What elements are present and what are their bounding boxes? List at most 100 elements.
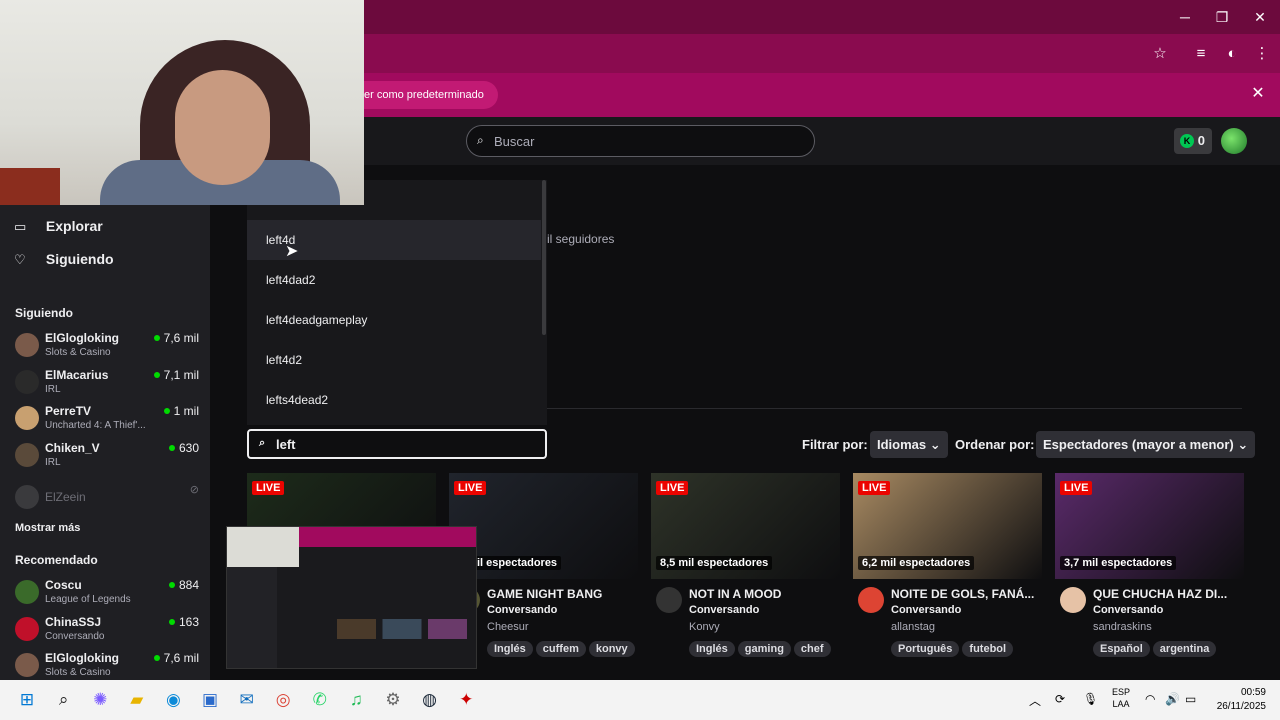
stream-thumbnail[interactable]: LIVE 3,7 mil espectadores xyxy=(1055,473,1244,579)
sidebar-channel[interactable]: PerreTV Uncharted 4: A Thief'... 1 mil xyxy=(15,404,205,436)
copilot-icon[interactable]: ✺ xyxy=(88,688,112,712)
search-icon[interactable]: ⌕ xyxy=(52,688,76,712)
app-icon[interactable]: ✦ xyxy=(454,688,478,712)
tag-chip[interactable]: chef xyxy=(793,641,831,657)
tag-chip[interactable]: konvy xyxy=(588,641,635,657)
autocomplete-item[interactable]: lefts4dead2 xyxy=(247,380,541,420)
restore-icon[interactable]: ❐ xyxy=(1207,6,1237,28)
autocomplete-item[interactable]: left4d2 xyxy=(247,340,541,380)
avatar[interactable] xyxy=(858,587,884,613)
battery-icon[interactable]: ▭ xyxy=(1185,692,1196,706)
tray-chevron-icon[interactable]: ︿ xyxy=(1029,692,1041,709)
channel-game: Conversando xyxy=(45,630,105,642)
channel-filter-input[interactable]: ⌕ left xyxy=(247,429,547,459)
stream-category[interactable]: Conversando xyxy=(891,604,961,616)
channel-name: Chiken_V xyxy=(45,441,100,456)
menu-icon[interactable]: ⋮ xyxy=(1251,43,1273,65)
dropdown-scrollbar[interactable] xyxy=(542,180,546,335)
sidebar-channel[interactable]: ElGlogloking Slots & Casino 7,6 mil xyxy=(15,651,205,683)
system-clock[interactable]: 00:59 26/11/2025 xyxy=(1210,686,1266,714)
sidebar-channel[interactable]: ElGlogloking Slots & Casino 7,6 mil xyxy=(15,331,205,363)
avatar[interactable] xyxy=(1060,587,1086,613)
sidebar-channel[interactable]: Chiken_V IRL 630 xyxy=(15,441,205,473)
tag-chip[interactable]: argentina xyxy=(1152,641,1217,657)
viewer-count: 6,2 mil espectadores xyxy=(858,556,975,570)
divider xyxy=(547,408,1242,409)
avatar[interactable] xyxy=(656,587,682,613)
language-indicator[interactable]: ESP LAA xyxy=(1110,686,1132,710)
close-icon[interactable]: ✕ xyxy=(1245,6,1275,28)
stream-thumbnail[interactable]: LIVE 6,2 mil espectadores xyxy=(853,473,1042,579)
channel-name[interactable]: sandraskins xyxy=(1093,621,1152,633)
sidebar-channel-offline[interactable]: ElZeein ⊘ xyxy=(15,483,205,515)
wifi-icon[interactable]: ◠ xyxy=(1145,692,1155,706)
volume-icon[interactable]: 🔊 xyxy=(1165,692,1180,706)
sort-dropdown[interactable]: Espectadores (mayor a menor) ⌄ xyxy=(1036,431,1256,458)
avatar xyxy=(15,369,39,394)
spotify-icon[interactable]: ♫ xyxy=(344,688,368,712)
store-icon[interactable]: ▣ xyxy=(198,688,222,712)
mouse-cursor-icon: ➤ xyxy=(285,243,299,260)
tag-chip[interactable]: Inglés xyxy=(487,641,533,657)
channel-game: Slots & Casino xyxy=(45,347,111,358)
infobar-close-icon[interactable]: ✕ xyxy=(1248,84,1268,104)
tag-chip[interactable]: cuffem xyxy=(535,641,586,657)
sidebar-channel[interactable]: ChinaSSJ Conversando 163 xyxy=(15,615,205,647)
avatar[interactable] xyxy=(1221,128,1247,154)
stream-card[interactable]: LIVE 3,7 mil espectadores QUE CHUCHA HAZ D… xyxy=(1055,473,1244,663)
autocomplete-item[interactable]: left4dad2 xyxy=(247,260,541,300)
sync-icon[interactable]: ⟳ xyxy=(1055,692,1065,706)
channel-name[interactable]: Konvy xyxy=(689,621,720,633)
stream-title[interactable]: GAME NIGHT BANG xyxy=(487,587,637,601)
microphone-icon[interactable]: 🎙 xyxy=(1083,692,1098,706)
preview-grid xyxy=(337,619,467,639)
channel-name[interactable]: allanstag xyxy=(891,621,935,633)
windows-icon[interactable]: ⊞ xyxy=(15,688,39,712)
chrome-icon[interactable]: ◎ xyxy=(271,688,295,712)
stream-title[interactable]: QUE CHUCHA HAZ DI... xyxy=(1093,587,1243,601)
steam-icon[interactable]: ◍ xyxy=(418,688,442,712)
whatsapp-icon[interactable]: ✆ xyxy=(308,688,332,712)
media-icon[interactable]: ≡ xyxy=(1190,43,1212,65)
search-icon: ⌕ xyxy=(477,133,484,147)
autocomplete-item[interactable]: left4deadgameplay xyxy=(247,300,541,340)
nav-explore[interactable]: ▭ Explorar xyxy=(14,218,204,242)
stream-title[interactable]: NOITE DE GOLS, FANÁ... xyxy=(891,587,1041,601)
stream-category[interactable]: Conversando xyxy=(1093,604,1163,616)
viewer-count: 630 xyxy=(169,441,199,455)
star-icon[interactable]: ☆ xyxy=(1149,43,1171,65)
points-icon: K xyxy=(1180,134,1194,148)
tag-list: Português futebol xyxy=(891,639,1016,657)
channel-points-button[interactable]: K 0 xyxy=(1174,128,1212,154)
stream-category[interactable]: Conversando xyxy=(487,604,557,616)
search-placeholder: Buscar xyxy=(494,134,535,149)
tag-chip[interactable]: gaming xyxy=(737,641,791,657)
followers-text: il seguidores xyxy=(547,232,615,246)
tag-chip[interactable]: Português xyxy=(891,641,960,657)
tag-chip[interactable]: futebol xyxy=(962,641,1014,657)
show-more-link[interactable]: Mostrar más xyxy=(15,522,80,534)
stream-thumbnail[interactable]: LIVE 3 mil espectadores xyxy=(449,473,638,579)
profile-icon[interactable]: ◐ xyxy=(1221,43,1243,65)
settings-icon[interactable]: ⚙ xyxy=(381,688,405,712)
set-default-button[interactable]: er como predeterminado xyxy=(364,81,498,109)
tag-chip[interactable]: Inglés xyxy=(689,641,735,657)
tag-chip[interactable]: Español xyxy=(1093,641,1150,657)
nav-following[interactable]: ♡ Siguiendo xyxy=(14,251,204,275)
stream-title[interactable]: NOT IN A MOOD xyxy=(689,587,839,601)
folder-icon[interactable]: ▰ xyxy=(125,688,149,712)
stream-category[interactable]: Conversando xyxy=(689,604,759,616)
channel-name[interactable]: Cheesur xyxy=(487,621,529,633)
channel-name: ElGlogloking xyxy=(45,651,119,666)
stream-card[interactable]: LIVE 8,5 mil espectadores NOT IN A MOOD Con… xyxy=(651,473,840,663)
language-filter-button[interactable]: Idiomas ⌄ xyxy=(870,431,948,458)
stream-card[interactable]: LIVE 6,2 mil espectadores NOITE DE GOLS, F… xyxy=(853,473,1042,663)
stream-thumbnail[interactable]: LIVE 8,5 mil espectadores xyxy=(651,473,840,579)
edge-icon[interactable]: ◉ xyxy=(161,688,185,712)
sidebar-channel[interactable]: ElMacarius IRL 7,1 mil xyxy=(15,368,205,400)
sidebar-channel[interactable]: Coscu League of Legends 884 xyxy=(15,578,205,610)
stream-card[interactable]: LIVE 3 mil espectadores GAME NIGHT BANG Con… xyxy=(449,473,638,663)
minimize-icon[interactable]: ─ xyxy=(1170,6,1200,28)
search-input[interactable]: ⌕ Buscar xyxy=(466,125,815,157)
outlook-icon[interactable]: ✉ xyxy=(235,688,259,712)
